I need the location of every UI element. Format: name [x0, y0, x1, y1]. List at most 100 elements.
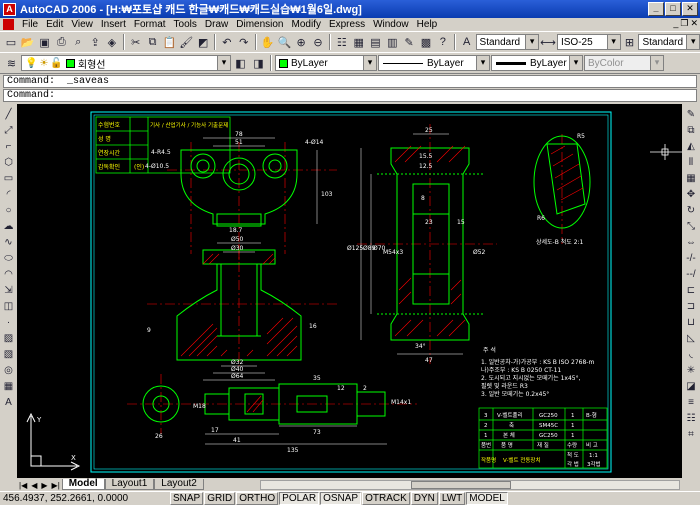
insert-block-icon[interactable]: ⇲ — [2, 283, 16, 297]
arc-icon[interactable]: ◜ — [2, 187, 16, 201]
dyn-toggle[interactable]: DYN — [410, 492, 438, 505]
line-icon[interactable]: ╱ — [2, 107, 16, 121]
close-icon[interactable]: ✕ — [682, 2, 698, 16]
make-current-icon[interactable]: ◧ — [232, 55, 249, 72]
plotstyle-select[interactable]: ByColor — [584, 55, 664, 71]
maximize-icon[interactable]: □ — [665, 2, 681, 16]
ortho-toggle[interactable]: ORTHO — [236, 492, 279, 505]
tab-next-icon[interactable]: ▶ — [39, 481, 49, 490]
sheet-set-icon[interactable]: ▥ — [384, 34, 400, 51]
scale-icon[interactable]: ⤡ — [684, 219, 698, 233]
markup-icon[interactable]: ✎ — [401, 34, 417, 51]
stretch-icon[interactable]: ⇔ — [684, 235, 698, 249]
dim-style-icon[interactable]: ⟷ — [540, 34, 556, 51]
rotate-icon[interactable]: ↻ — [684, 203, 698, 217]
properties-modify-icon[interactable]: ☷ — [684, 411, 698, 425]
menu-draw[interactable]: Draw — [201, 19, 232, 30]
region-icon[interactable]: ◎ — [2, 363, 16, 377]
snap-toggle[interactable]: SNAP — [170, 492, 204, 505]
ellipse-icon[interactable]: ⬭ — [2, 251, 16, 265]
table-style-icon[interactable]: ⊞ — [622, 34, 638, 51]
polygon-icon[interactable]: ⬡ — [2, 155, 16, 169]
scroll-thumb[interactable] — [411, 481, 511, 489]
table-style-select[interactable]: Standard — [638, 34, 700, 50]
layer-select[interactable]: 💡 ☀ 🔓 회형선 — [21, 55, 231, 71]
calculator-icon[interactable]: ▩ — [418, 34, 434, 51]
model-toggle[interactable]: MODEL — [466, 492, 508, 505]
lwt-toggle[interactable]: LWT — [438, 492, 466, 505]
erase-icon[interactable]: ✎ — [684, 107, 698, 121]
array-icon[interactable]: ▦ — [684, 171, 698, 185]
publish-icon[interactable]: ⇪ — [87, 34, 103, 51]
rectangle-icon[interactable]: ▭ — [2, 171, 16, 185]
menu-file[interactable]: File — [18, 19, 42, 30]
undo-icon[interactable]: ↶ — [219, 34, 235, 51]
extend-icon[interactable]: --/ — [684, 267, 698, 281]
linetype-select[interactable]: ByLayer — [378, 55, 490, 71]
inquiry-icon[interactable]: ⌗ — [684, 427, 698, 441]
coordinate-readout[interactable]: 456.4937, 252.2661, 0.0000 — [0, 493, 170, 504]
chamfer-icon[interactable]: ◺ — [684, 331, 698, 345]
zoom-window-icon[interactable]: ⊕ — [293, 34, 309, 51]
layer-tools-icon[interactable]: ≡ — [684, 395, 698, 409]
menu-view[interactable]: View — [67, 19, 97, 30]
tab-prev-icon[interactable]: ◀ — [29, 481, 39, 490]
cut-icon[interactable]: ✂ — [128, 34, 144, 51]
doc-restore-icon[interactable]: ❐ — [680, 18, 688, 29]
match-properties-icon[interactable]: 🖌 — [178, 34, 194, 51]
zoom-previous-icon[interactable]: ⊖ — [310, 34, 326, 51]
table-icon[interactable]: ▦ — [2, 379, 16, 393]
ellipse-arc-icon[interactable]: ◠ — [2, 267, 16, 281]
menu-insert[interactable]: Insert — [97, 19, 130, 30]
layer-previous-icon[interactable]: ◨ — [250, 55, 267, 72]
new-file-icon[interactable]: ▭ — [3, 34, 19, 51]
fillet-icon[interactable]: ◟ — [684, 347, 698, 361]
tab-first-icon[interactable]: |◀ — [17, 481, 29, 490]
help-icon[interactable]: ? — [435, 34, 451, 51]
explode-icon[interactable]: ✳ — [684, 363, 698, 377]
menu-help[interactable]: Help — [413, 19, 442, 30]
mtext-icon[interactable]: A — [2, 395, 16, 409]
3d-dwf-icon[interactable]: ◈ — [104, 34, 120, 51]
drawing-canvas[interactable]: 수험번호 성 명 연장시간 감독확인 (인) 기사 / 산업기사 / 기능사 기… — [17, 104, 682, 478]
tab-layout1[interactable]: Layout1 — [104, 479, 155, 490]
copy-icon[interactable]: ⧉ — [145, 34, 161, 51]
redo-icon[interactable]: ↷ — [236, 34, 252, 51]
offset-icon[interactable]: ⫴ — [684, 155, 698, 169]
spline-icon[interactable]: ∿ — [2, 235, 16, 249]
text-style-icon[interactable]: A — [459, 34, 475, 51]
text-style-select[interactable]: Standard — [475, 34, 540, 50]
make-block-icon[interactable]: ◫ — [2, 299, 16, 313]
trim-icon[interactable]: -/- — [684, 251, 698, 265]
polar-toggle[interactable]: POLAR — [279, 492, 320, 505]
block-editor-icon[interactable]: ◩ — [195, 34, 211, 51]
draworder-icon[interactable]: ◪ — [684, 379, 698, 393]
minimize-icon[interactable]: _ — [648, 2, 664, 16]
plot-icon[interactable]: ⎙ — [53, 34, 69, 51]
revcloud-icon[interactable]: ☁ — [2, 219, 16, 233]
break-icon[interactable]: ⊐ — [684, 299, 698, 313]
properties-icon[interactable]: ☷ — [334, 34, 350, 51]
circle-icon[interactable]: ○ — [2, 203, 16, 217]
menu-tools[interactable]: Tools — [170, 19, 201, 30]
menu-dimension[interactable]: Dimension — [232, 19, 287, 30]
mirror-icon[interactable]: ◭ — [684, 139, 698, 153]
tab-last-icon[interactable]: ▶| — [50, 481, 62, 490]
construction-line-icon[interactable]: ⤢ — [2, 123, 16, 137]
tab-model[interactable]: Model — [61, 479, 105, 490]
dim-style-select[interactable]: ISO-25 — [556, 34, 621, 50]
zoom-realtime-icon[interactable]: 🔍 — [276, 34, 292, 51]
doc-minimize-icon[interactable]: _ — [673, 18, 678, 29]
tab-layout2[interactable]: Layout2 — [154, 479, 204, 490]
design-center-icon[interactable]: ▦ — [351, 34, 367, 51]
plot-preview-icon[interactable]: ⌕ — [70, 34, 86, 51]
copy-object-icon[interactable]: ⧉ — [684, 123, 698, 137]
menu-express[interactable]: Express — [325, 19, 369, 30]
lineweight-select[interactable]: ByLayer — [491, 55, 583, 71]
menu-modify[interactable]: Modify — [288, 19, 325, 30]
doc-close-icon[interactable]: ✕ — [690, 18, 698, 29]
pan-icon[interactable]: ✋ — [260, 34, 276, 51]
join-icon[interactable]: ⊔ — [684, 315, 698, 329]
hatch-icon[interactable]: ▨ — [2, 331, 16, 345]
menu-edit[interactable]: Edit — [42, 19, 67, 30]
